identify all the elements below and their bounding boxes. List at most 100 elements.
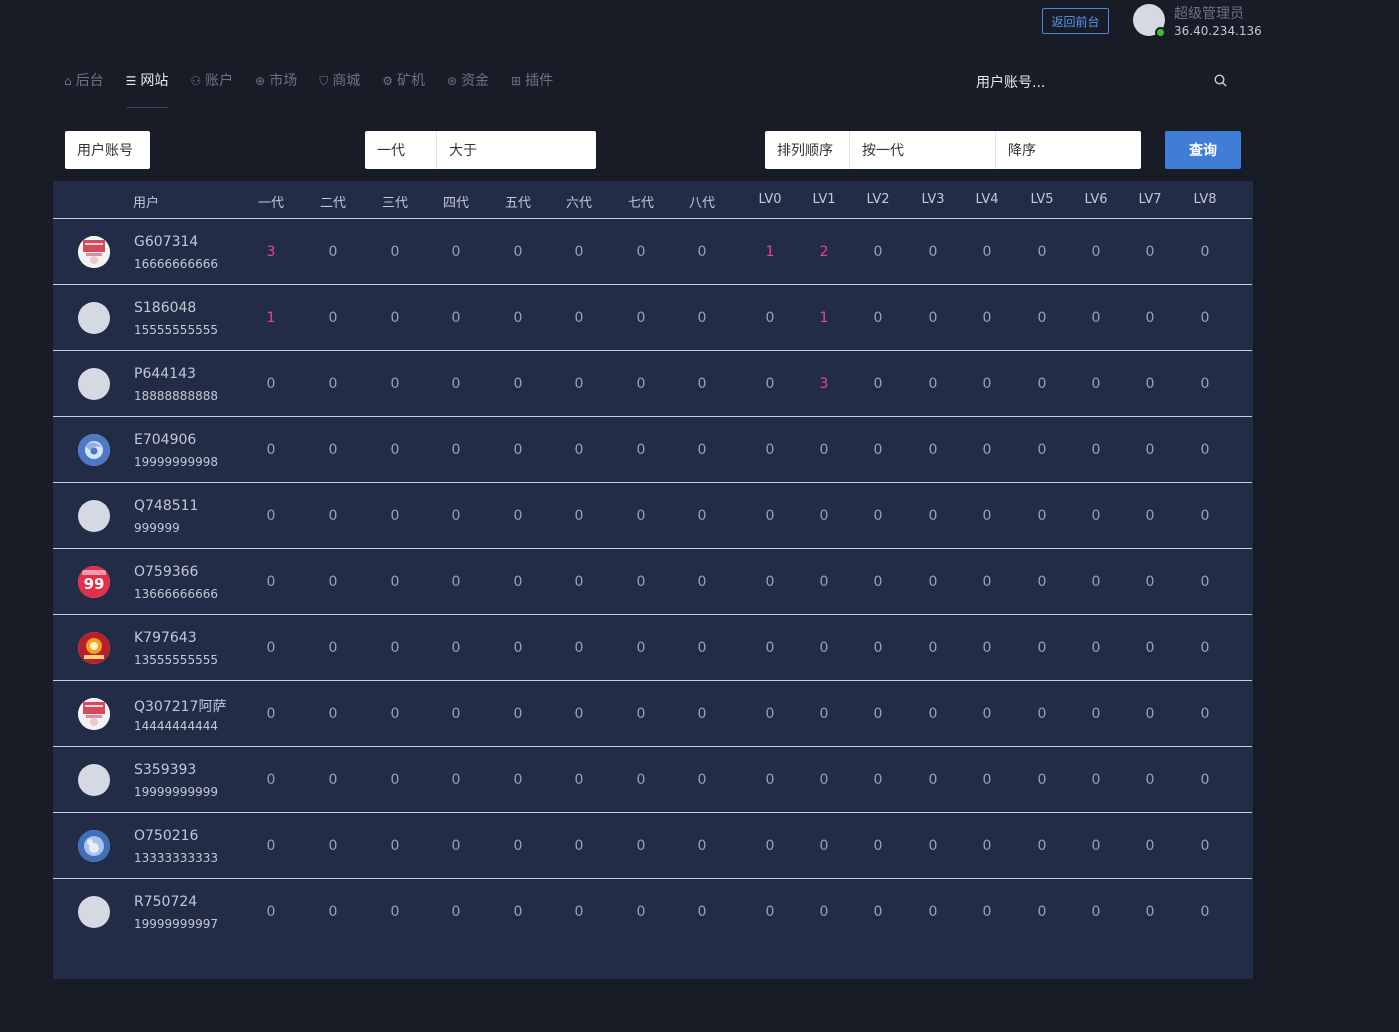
count-cell: 0 (819, 772, 829, 788)
generation-select[interactable]: 一代 (365, 131, 436, 169)
count-cell: 0 (873, 574, 883, 590)
count-cell: 0 (1037, 442, 1047, 458)
count-cell: 0 (390, 574, 400, 590)
count-cell: 0 (697, 310, 707, 326)
sort-by-select[interactable]: 按一代 (849, 131, 995, 169)
table-row[interactable]: R750724 19999999997 0 0 0 0 0 0 0 0 0 0 0 0 0 0 0 0 0 (53, 879, 1252, 945)
column-header: LV3 (921, 192, 945, 207)
count-cell: 0 (390, 904, 400, 920)
count-cell: 0 (1037, 376, 1047, 392)
chip-icon: ⚙ (382, 74, 393, 88)
table-row[interactable]: K797643 13555555555 0 0 0 0 0 0 0 0 0 0 0 0 0 0 0 0 0 (53, 615, 1252, 681)
search-icon[interactable] (1214, 74, 1227, 87)
count-cell: 0 (328, 442, 338, 458)
referral-table: 用户 一代 二代 三代 四代 五代 六代 七代 八代 LV0 LV1 LV2 LV3 LV4 LV5 LV6 L… (53, 181, 1253, 979)
count-cell: 0 (328, 706, 338, 722)
table-row[interactable]: S359393 19999999999 0 0 0 0 0 0 0 0 0 0 0 0 0 0 0 0 0 (53, 747, 1252, 813)
nav-item-backend[interactable]: ⌂ 后台 (64, 70, 104, 108)
nav-item-funds[interactable]: ⊛ 资金 (447, 70, 489, 108)
nav-item-website[interactable]: ☰ 网站 (125, 70, 168, 108)
nav-item-account[interactable]: ⚇ 账户 (190, 70, 233, 108)
nav-label: 矿机 (397, 73, 425, 89)
count-cell: 0 (390, 706, 400, 722)
count-cell: 0 (765, 310, 775, 326)
count-cell: 0 (636, 310, 646, 326)
count-cell: 0 (982, 838, 992, 854)
table-row[interactable]: O750216 13333333333 0 0 0 0 0 0 0 0 0 0 0 0 0 0 0 0 0 (53, 813, 1252, 879)
count-cell: 0 (451, 376, 461, 392)
table-row[interactable]: Q748511 999999 0 0 0 0 0 0 0 0 0 0 0 0 0 0 0 0 0 (53, 483, 1252, 549)
user-name: O759366 (134, 564, 199, 580)
count-cell: 0 (266, 508, 276, 524)
count-cell: 0 (1037, 508, 1047, 524)
user-avatar: 99 (78, 566, 110, 598)
user-name: O750216 (134, 828, 199, 844)
online-status-dot (1155, 27, 1166, 38)
count-cell: 0 (1200, 838, 1210, 854)
count-cell: 0 (819, 574, 829, 590)
count-cell: 0 (513, 310, 523, 326)
count-cell: 0 (513, 574, 523, 590)
column-header: 五代 (504, 196, 532, 211)
count-cell: 0 (928, 640, 938, 656)
count-cell: 0 (513, 508, 523, 524)
user-phone: 15555555555 (134, 323, 218, 337)
nav-item-miner[interactable]: ⚙ 矿机 (382, 70, 425, 108)
user-name: R750724 (134, 894, 198, 910)
count-cell: 0 (636, 640, 646, 656)
count-cell: 0 (1145, 310, 1155, 326)
account-filter[interactable]: 用户账号 (65, 131, 150, 169)
count-cell: 0 (873, 508, 883, 524)
count-cell: 0 (636, 442, 646, 458)
count-cell: 0 (697, 376, 707, 392)
count-cell: 0 (928, 838, 938, 854)
nav-item-plugins[interactable]: ⊞ 插件 (511, 70, 553, 108)
search-input[interactable]: 用户账号... (976, 72, 1045, 92)
table-row[interactable]: P644143 18888888888 0 0 0 0 0 0 0 0 0 3 0 0 0 0 0 0 0 (53, 351, 1252, 417)
count-cell: 0 (765, 838, 775, 854)
count-cell: 0 (1145, 838, 1155, 854)
query-button[interactable]: 查询 (1165, 131, 1241, 169)
nav-label: 后台 (75, 73, 104, 89)
count-cell: 0 (765, 574, 775, 590)
count-cell: 0 (1091, 442, 1101, 458)
account-filter-label[interactable]: 用户账号 (65, 131, 145, 169)
count-cell: 0 (513, 244, 523, 260)
count-cell: 0 (266, 772, 276, 788)
back-to-frontend-button[interactable]: 返回前台 (1042, 8, 1109, 34)
count-cell: 3 (266, 244, 276, 260)
count-cell: 0 (636, 772, 646, 788)
user-phone: 999999 (134, 521, 180, 535)
comparison-input[interactable]: 大于 (436, 131, 596, 169)
count-cell: 0 (982, 376, 992, 392)
column-header: 二代 (319, 196, 347, 211)
count-cell: 0 (1091, 640, 1101, 656)
count-cell: 0 (982, 706, 992, 722)
count-cell: 0 (1091, 574, 1101, 590)
sort-direction-select[interactable]: 降序 (995, 131, 1141, 169)
count-cell: 0 (451, 904, 461, 920)
count-cell: 0 (982, 244, 992, 260)
count-cell: 0 (328, 772, 338, 788)
count-cell: 0 (1037, 574, 1047, 590)
list-icon: ☰ (125, 74, 137, 88)
nav-item-mall[interactable]: ⛉ 商城 (319, 70, 360, 108)
nav-item-market[interactable]: ⊕ 市场 (255, 70, 297, 108)
table-row[interactable]: S186048 15555555555 1 0 0 0 0 0 0 0 0 1 0 0 0 0 0 0 0 (53, 285, 1252, 351)
count-cell: 0 (928, 706, 938, 722)
table-header: 用户 一代 二代 三代 四代 五代 六代 七代 八代 LV0 LV1 LV2 LV3 LV4 LV5 LV6 L… (53, 181, 1252, 219)
table-row[interactable]: G607314 16666666666 3 0 0 0 0 0 0 0 1 2 0 0 0 0 0 0 0 (53, 219, 1252, 285)
count-cell: 0 (982, 508, 992, 524)
count-cell: 0 (1091, 376, 1101, 392)
user-avatar (78, 302, 110, 334)
table-row[interactable]: Q307217阿萨 14444444444 0 0 0 0 0 0 0 0 0 0 0 0 0 0 0 0 0 (53, 681, 1252, 747)
count-cell: 0 (765, 640, 775, 656)
table-row[interactable]: E704906 19999999998 0 0 0 0 0 0 0 0 0 0 0 0 0 0 0 0 0 (53, 417, 1252, 483)
user-avatar (78, 368, 110, 400)
sort-label: 排列顺序 (777, 143, 833, 159)
table-row[interactable]: 99 O759366 13666666666 0 0 0 0 0 0 0 0 0 0 0 0 0 0 0 0 0 (53, 549, 1252, 615)
count-cell: 0 (513, 376, 523, 392)
count-cell: 0 (982, 640, 992, 656)
user-avatar (78, 500, 110, 532)
count-cell: 0 (1200, 706, 1210, 722)
